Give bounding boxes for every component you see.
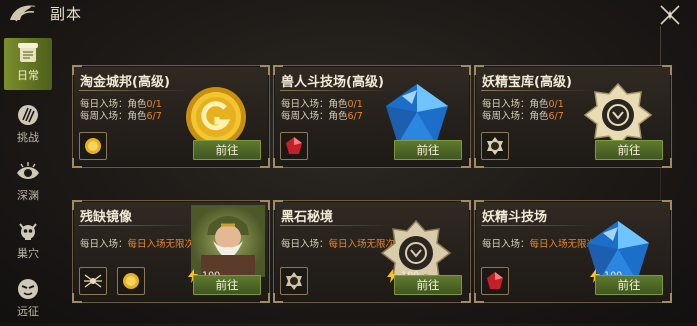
daily-entry-text: 每日入场：每日入场无限次数: [80, 239, 204, 250]
dwarf-portrait-icon: [191, 205, 265, 277]
reward-slot[interactable]: [481, 132, 509, 160]
dungeon-card-fairy-arena[interactable]: 妖精斗技场 每日入场：每日入场无限次数 100 前往: [474, 200, 672, 303]
dungeon-name: 妖精宝库(高级): [482, 75, 572, 90]
dungeon-name: 兽人斗技场(高级): [281, 75, 384, 90]
dungeon-card-fairy-vault[interactable]: 妖精宝库(高级) 每日入场：角色0/1 每周入场：角色6/7 前往: [474, 65, 672, 168]
weekly-entry-text: 每周入场：角色6/7: [281, 111, 363, 122]
sidebar-item-lair[interactable]: 巢穴: [4, 216, 52, 268]
eye-icon: [17, 162, 39, 179]
reward-slot[interactable]: [79, 132, 107, 160]
weekly-entry-text: 每周入场：角色6/7: [80, 111, 162, 122]
go-button[interactable]: 前往: [193, 275, 261, 295]
dungeon-name: 妖精斗技场: [482, 210, 548, 225]
go-button[interactable]: 前往: [394, 140, 462, 160]
reward-slot[interactable]: [79, 267, 107, 295]
dungeon-card-blackstone-realm[interactable]: 黑石秘境 每日入场：每日入场无限次数 100 前往: [273, 200, 471, 303]
sidebar-item-challenge[interactable]: 挑战: [4, 100, 52, 152]
go-button[interactable]: 前往: [595, 275, 663, 295]
reward-slot[interactable]: [280, 132, 308, 160]
dungeon-card-broken-mirror[interactable]: 残缺镜像 每日入场：每日入场无限次数 100 前往: [72, 200, 270, 303]
sidebar-item-label: 深渊: [17, 189, 39, 202]
dragon-emblem-icon: [10, 5, 36, 22]
sidebar-item-abyss[interactable]: 深渊: [4, 158, 52, 210]
dungeon-name: 黑石秘境: [281, 210, 334, 225]
go-button[interactable]: 前往: [595, 140, 663, 160]
blue-crystal-icon: [386, 84, 448, 144]
sidebar-item-expedition[interactable]: 远征: [4, 274, 52, 326]
page-title: 副本: [50, 5, 83, 23]
red-gem-icon: [286, 137, 302, 154]
rune-gear-icon: [286, 272, 302, 290]
dungeon-card-gold-city[interactable]: 淘金城邦(高级) 每日入场：角色0/1 每周入场：角色6/7 前往: [72, 65, 270, 168]
skull-icon: [19, 223, 37, 240]
scroll-icon: [18, 43, 38, 62]
weekly-entry-text: 每周入场：角色6/7: [482, 111, 564, 122]
sidebar-item-daily[interactable]: 日常: [4, 38, 52, 90]
gold-coin-icon: [123, 273, 139, 289]
go-button[interactable]: 前往: [193, 140, 261, 160]
mask-icon: [18, 279, 38, 299]
go-button[interactable]: 前往: [394, 275, 462, 295]
dungeon-name: 残缺镜像: [80, 210, 133, 225]
sidebar-item-label: 远征: [17, 305, 39, 318]
reward-slot[interactable]: [117, 267, 145, 295]
sidebar-item-label: 日常: [17, 69, 39, 82]
reward-slot[interactable]: [481, 267, 509, 295]
sidebar-item-label: 挑战: [17, 131, 39, 144]
reward-slot[interactable]: [280, 267, 308, 295]
rune-gear-icon: [487, 137, 503, 155]
dungeon-card-orc-arena[interactable]: 兽人斗技场(高级) 每日入场：角色0/1 每周入场：角色6/7 前往: [273, 65, 471, 168]
close-icon[interactable]: [659, 4, 681, 26]
claw-icon: [18, 105, 38, 125]
gold-coin-icon: [85, 138, 101, 154]
rune-gear-icon: [583, 82, 653, 148]
top-bar: 副本: [0, 0, 697, 26]
spider-rune-icon: [84, 274, 102, 288]
sidebar-item-label: 巢穴: [17, 247, 39, 260]
dungeon-name: 淘金城邦(高级): [80, 75, 170, 90]
red-gem-icon: [487, 272, 503, 289]
